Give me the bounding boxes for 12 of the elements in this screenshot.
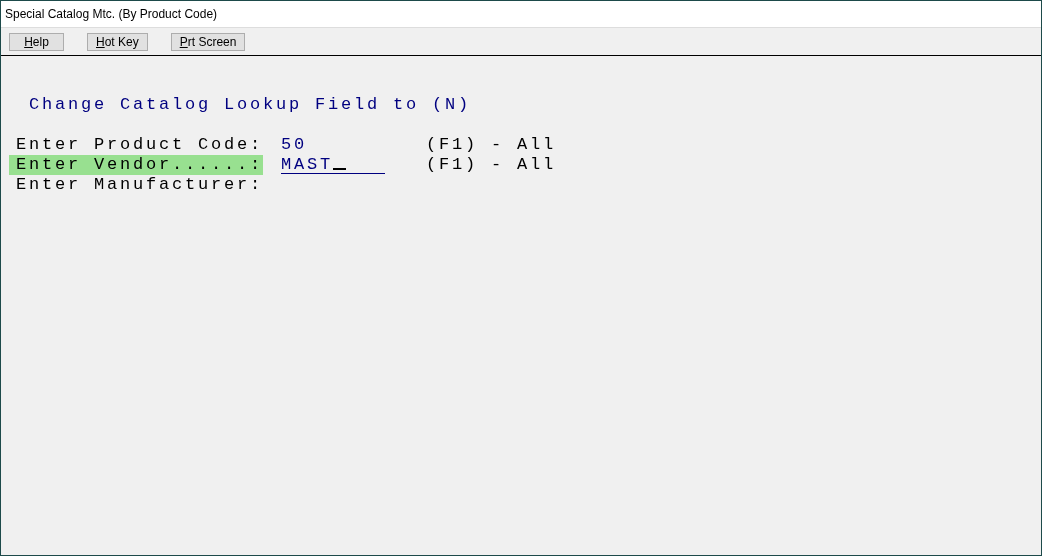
window-title: Special Catalog Mtc. (By Product Code) [5, 7, 218, 21]
toolbar-button[interactable]: Hot Key [87, 32, 148, 51]
field-hint: (F1) - All [426, 135, 557, 155]
screen-heading: Change Catalog Lookup Field to (N) [28, 95, 473, 115]
field-label: Enter Vendor......: [9, 155, 263, 175]
field-label: Enter Product Code: [15, 135, 263, 155]
input-field[interactable]: 50 [281, 135, 385, 155]
input-field[interactable]: MAST [281, 155, 385, 174]
toolbar-button[interactable]: Prt Screen [170, 32, 246, 51]
field-label: Enter Manufacturer: [15, 175, 263, 195]
field-hint: (F1) - All [426, 155, 557, 175]
toolbar-button[interactable]: Help [9, 32, 64, 51]
